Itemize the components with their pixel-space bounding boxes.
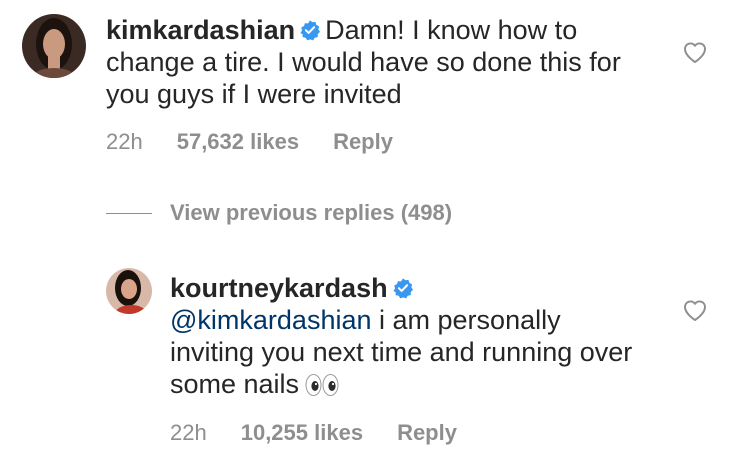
reply-likes-count[interactable]: 10,255 likes (241, 420, 363, 446)
divider (106, 212, 152, 214)
reply-button[interactable]: Reply (397, 420, 457, 446)
comment-timestamp[interactable]: 22h (106, 129, 143, 155)
view-previous-replies-label: View previous replies (498) (170, 200, 453, 225)
heart-outline-icon[interactable] (682, 40, 708, 64)
reply-timestamp[interactable]: 22h (170, 420, 207, 446)
comment-body: kimkardashian Damn! I know how to change … (106, 14, 646, 110)
verified-badge-icon (392, 278, 413, 299)
comment-likes-count[interactable]: 57,632 likes (177, 129, 299, 155)
comment-meta: 22h 57,632 likes Reply (106, 129, 393, 155)
reply-button[interactable]: Reply (333, 129, 393, 155)
reply-username[interactable]: kourtneykardash (170, 273, 388, 303)
view-previous-replies-button[interactable]: View previous replies (498) (106, 200, 452, 226)
avatar[interactable] (22, 14, 86, 78)
heart-outline-icon[interactable] (682, 298, 708, 322)
reply-meta: 22h 10,255 likes Reply (170, 420, 457, 446)
verified-badge-icon (300, 20, 321, 41)
comment-thread: kimkardashian Damn! I know how to change … (0, 0, 750, 449)
eyes-emoji-icon (305, 374, 339, 396)
reply-body: kourtneykardash @kimkardashian i am perso… (170, 272, 640, 400)
mention-link[interactable]: @kimkardashian (170, 305, 372, 335)
avatar[interactable] (106, 268, 152, 314)
comment-username[interactable]: kimkardashian (106, 15, 295, 45)
